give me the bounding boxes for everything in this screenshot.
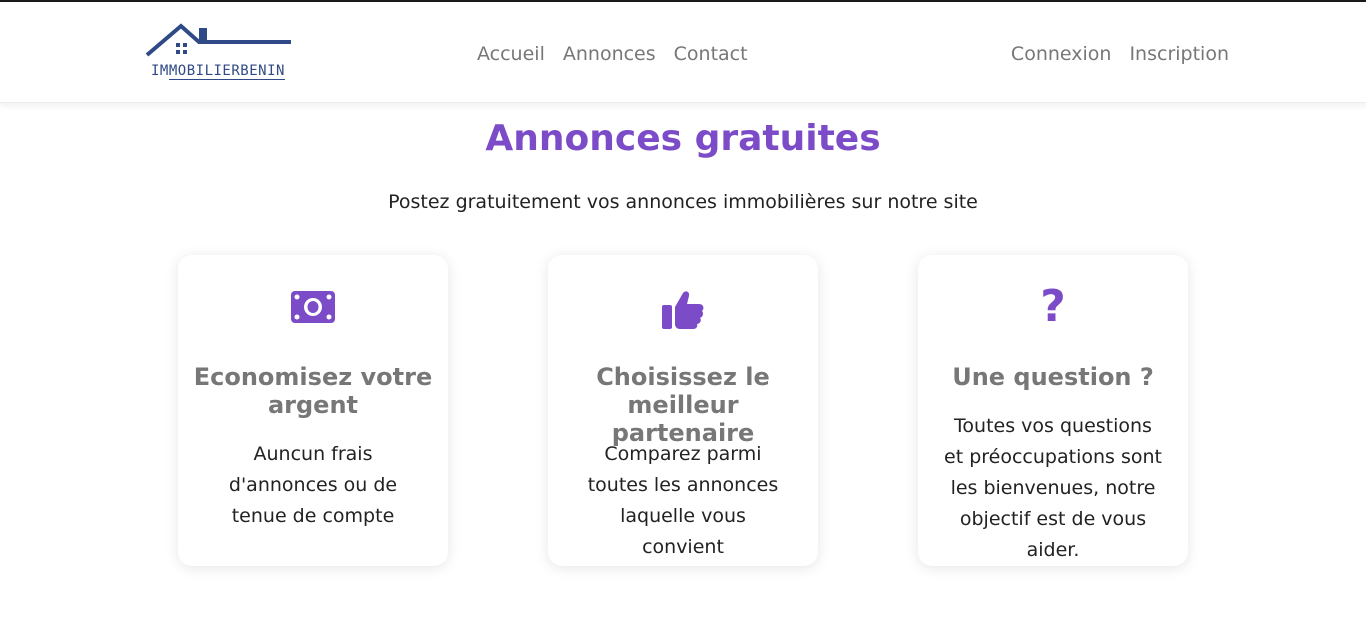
card-text: Toutes vos questions et préoccupations s… bbox=[944, 415, 1162, 561]
card-title: Choisissez le meilleur partenaire bbox=[596, 363, 770, 447]
question-icon: ? bbox=[1040, 281, 1066, 332]
feature-card-question: ? Une question ? Toutes vos questions et… bbox=[918, 255, 1188, 566]
house-roof-icon bbox=[145, 23, 291, 57]
main-nav: Accueil Annonces Contact bbox=[477, 40, 748, 68]
card-text: Comparez parmi toutes les annonces laque… bbox=[587, 443, 779, 558]
thumbs-up-icon bbox=[548, 291, 818, 331]
page-title: Annonces gratuites bbox=[485, 118, 881, 159]
card-title: Economisez votre argent bbox=[193, 363, 433, 419]
logo-wordmark: IMMOBILIERBENIN bbox=[151, 63, 285, 80]
money-bill-icon bbox=[178, 291, 448, 331]
navbar: IMMOBILIERBENIN Accueil Annonces Contact… bbox=[0, 2, 1366, 103]
page-subtitle: Postez gratuitement vos annonces immobil… bbox=[388, 191, 978, 213]
feature-card-partenaire: Choisissez le meilleur partenaire Compar… bbox=[548, 255, 818, 566]
nav-link-contact[interactable]: Contact bbox=[674, 40, 748, 68]
card-title: Une question ? bbox=[952, 363, 1154, 391]
account-nav: Connexion Inscription bbox=[1011, 40, 1229, 68]
feature-card-economisez: Economisez votre argent Auncun frais d'a… bbox=[178, 255, 448, 566]
nav-link-accueil[interactable]: Accueil bbox=[477, 40, 545, 68]
nav-link-annonces[interactable]: Annonces bbox=[563, 40, 656, 68]
card-text: Auncun frais d'annonces ou de tenue de c… bbox=[228, 443, 398, 527]
nav-link-inscription[interactable]: Inscription bbox=[1129, 40, 1229, 68]
site-logo[interactable]: IMMOBILIERBENIN bbox=[145, 22, 320, 84]
nav-link-connexion[interactable]: Connexion bbox=[1011, 40, 1112, 68]
